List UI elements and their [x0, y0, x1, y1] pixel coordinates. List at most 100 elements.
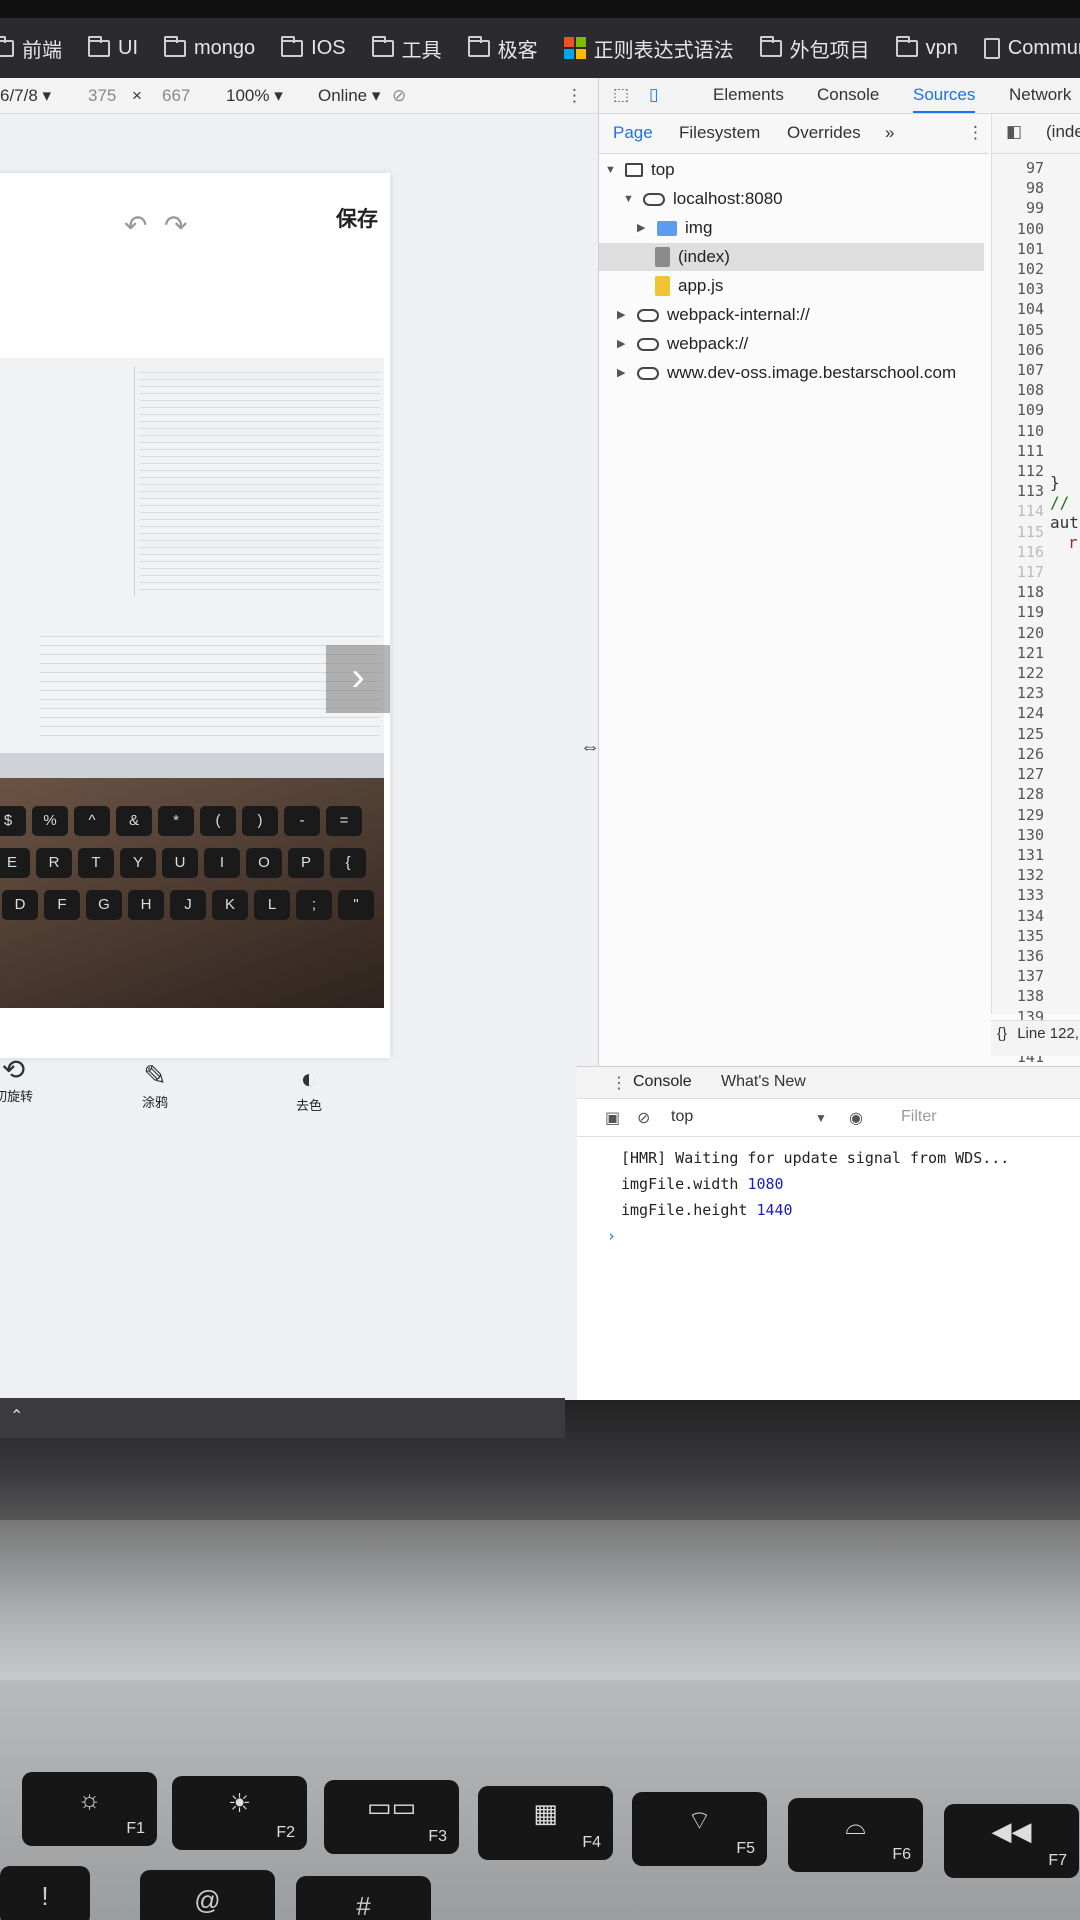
tab-filesystem[interactable]: Filesystem — [679, 123, 760, 143]
line-number[interactable]: 102 — [992, 259, 1044, 279]
line-number[interactable]: 116 — [992, 542, 1044, 562]
line-number[interactable]: 127 — [992, 764, 1044, 784]
line-number[interactable]: 132 — [992, 865, 1044, 885]
bookmark-regex[interactable]: 正则表达式语法 — [563, 34, 734, 63]
line-number[interactable]: 111 — [992, 441, 1044, 461]
line-number[interactable]: 103 — [992, 279, 1044, 299]
line-number[interactable]: 119 — [992, 602, 1044, 622]
tab-page[interactable]: Page — [613, 123, 653, 143]
line-number[interactable]: 104 — [992, 299, 1044, 319]
line-number[interactable]: 138 — [992, 986, 1044, 1006]
tree-item-index[interactable]: (index) — [599, 243, 984, 271]
eye-icon[interactable]: ◉ — [849, 1108, 863, 1128]
context-select[interactable]: top — [671, 1108, 693, 1126]
line-number[interactable]: 122 — [992, 663, 1044, 683]
chevron-down-icon[interactable]: ▼ — [815, 1111, 827, 1125]
tab-whats-new[interactable]: What's New — [721, 1073, 806, 1091]
line-number[interactable]: 120 — [992, 623, 1044, 643]
line-number[interactable]: 97 — [992, 158, 1044, 178]
tree-item-img[interactable]: ▶ img — [637, 214, 712, 242]
tree-item-top[interactable]: ▼ top — [605, 156, 675, 184]
line-number[interactable]: 133 — [992, 885, 1044, 905]
pretty-print-icon[interactable]: {} — [997, 1025, 1007, 1042]
line-number[interactable]: 109 — [992, 400, 1044, 420]
tab-sources[interactable]: Sources — [913, 85, 976, 113]
tab-overrides[interactable]: Overrides — [787, 123, 861, 143]
tab-network[interactable]: Network — [1009, 85, 1071, 105]
line-number[interactable]: 98 — [992, 178, 1044, 198]
editor-tab[interactable]: (inde — [1046, 122, 1080, 142]
network-select[interactable]: Online ▾ — [318, 86, 380, 106]
bookmark-mongo[interactable]: mongo — [164, 35, 255, 60]
undo-button[interactable]: ↶ — [124, 209, 147, 242]
line-number[interactable]: 125 — [992, 724, 1044, 744]
line-number[interactable]: 105 — [992, 320, 1044, 340]
next-image-button[interactable]: › — [326, 645, 390, 713]
line-number[interactable]: 136 — [992, 946, 1044, 966]
drawer-menu-icon[interactable]: ⋮ — [611, 1073, 627, 1093]
height-input[interactable]: 667 — [162, 86, 190, 106]
tree-item-webpack[interactable]: ▶ webpack:// — [617, 330, 748, 358]
tab-elements[interactable]: Elements — [713, 85, 784, 105]
line-number[interactable]: 117 — [992, 562, 1044, 582]
tree-item-appjs[interactable]: app.js — [655, 272, 723, 300]
line-number[interactable]: 112 — [992, 461, 1044, 481]
line-number[interactable]: 118 — [992, 582, 1044, 602]
bookmark-ui[interactable]: UI — [88, 35, 138, 60]
line-number[interactable]: 108 — [992, 380, 1044, 400]
redo-button[interactable]: ↷ — [164, 209, 187, 242]
tool-rotate[interactable]: ⟲ 切旋转 — [0, 1053, 33, 1105]
tab-console-drawer[interactable]: Console — [633, 1073, 692, 1091]
line-number[interactable]: 131 — [992, 845, 1044, 865]
line-number[interactable]: 110 — [992, 421, 1044, 441]
inspect-icon[interactable]: ⬚ — [613, 85, 629, 105]
line-number[interactable]: 115 — [992, 522, 1044, 542]
more-options-icon[interactable]: ⋮ — [967, 123, 984, 143]
zoom-select[interactable]: 100% ▾ — [226, 86, 283, 106]
line-number[interactable]: 114 — [992, 501, 1044, 521]
line-number[interactable]: 137 — [992, 966, 1044, 986]
bookmark-frontend[interactable]: 前端 — [0, 34, 62, 63]
line-number[interactable]: 130 — [992, 825, 1044, 845]
line-number[interactable]: 101 — [992, 239, 1044, 259]
line-number[interactable]: 129 — [992, 805, 1044, 825]
line-number[interactable]: 126 — [992, 744, 1044, 764]
line-number[interactable]: 123 — [992, 683, 1044, 703]
bookmark-ios[interactable]: IOS — [281, 35, 346, 60]
device-select[interactable]: 6/7/8 ▾ — [0, 86, 51, 106]
width-input[interactable]: 375 — [88, 86, 116, 106]
filter-input[interactable]: Filter — [901, 1108, 937, 1126]
bookmark-vpn[interactable]: vpn — [895, 35, 958, 60]
bookmark-community[interactable]: Community: Virtu — [983, 37, 1080, 60]
tree-item-localhost[interactable]: ▼ localhost:8080 — [623, 185, 783, 213]
line-number[interactable]: 100 — [992, 219, 1044, 239]
line-number[interactable]: 113 — [992, 481, 1044, 501]
rotate-device-icon[interactable]: ⊘ — [392, 86, 406, 106]
console-prompt[interactable]: › — [607, 1223, 1009, 1249]
tab-console[interactable]: Console — [817, 85, 879, 105]
tool-doodle[interactable]: ✎ 涂鸦 — [142, 1059, 168, 1111]
tree-item-oss[interactable]: ▶ www.dev-oss.image.bestarschool.com — [617, 359, 956, 387]
resize-handle-icon[interactable]: ⇔ — [580, 736, 600, 759]
line-number[interactable]: 134 — [992, 906, 1044, 926]
line-number[interactable]: 124 — [992, 703, 1044, 723]
save-button[interactable]: 保存 — [336, 203, 378, 233]
tool-desaturate[interactable]: ◐ 去色 — [296, 1063, 322, 1114]
bookmark-outsourcing[interactable]: 外包项目 — [759, 34, 870, 63]
line-number[interactable]: 128 — [992, 784, 1044, 804]
tree-item-webpack-internal[interactable]: ▶ webpack-internal:// — [617, 301, 810, 329]
toggle-navigator-icon[interactable]: ◧ — [1006, 122, 1022, 142]
more-tabs-button[interactable]: » — [885, 123, 894, 143]
clear-console-icon[interactable]: ⊘ — [637, 1108, 650, 1128]
more-options-icon[interactable]: ⋮ — [566, 86, 583, 106]
sidebar-toggle-icon[interactable]: ▣ — [605, 1108, 620, 1128]
chevron-up-icon[interactable]: ⌃ — [10, 1408, 23, 1425]
line-number[interactable]: 135 — [992, 926, 1044, 946]
device-toggle-icon[interactable]: ▯ — [649, 85, 658, 105]
line-number[interactable]: 106 — [992, 340, 1044, 360]
line-number[interactable]: 107 — [992, 360, 1044, 380]
line-number[interactable]: 121 — [992, 643, 1044, 663]
bookmark-geek[interactable]: 极客 — [467, 34, 538, 63]
bookmark-tools[interactable]: 工具 — [371, 34, 442, 63]
line-number[interactable]: 99 — [992, 198, 1044, 218]
